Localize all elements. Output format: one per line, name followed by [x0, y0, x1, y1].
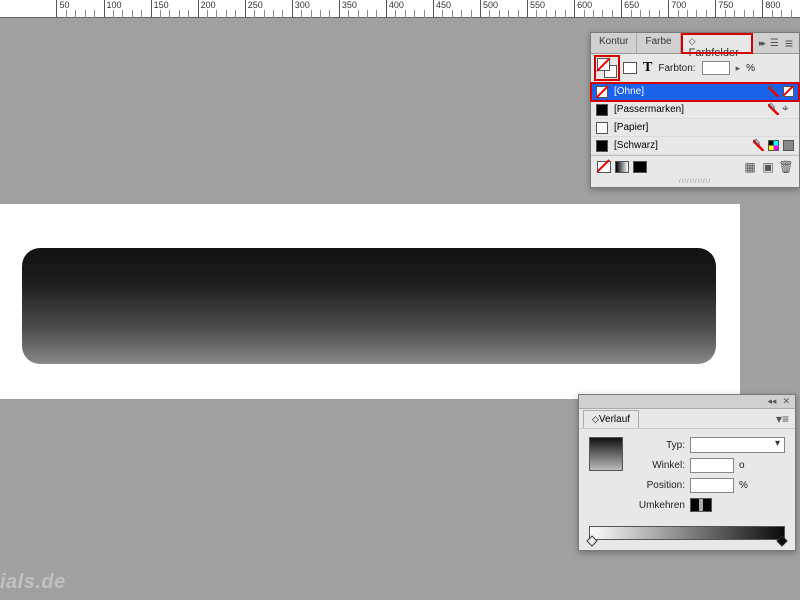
formatting-container-icon[interactable]: [623, 62, 637, 74]
position-label: Position:: [633, 480, 685, 491]
tab-stroke[interactable]: Kontur: [591, 33, 637, 53]
swatches-footer: ▦ ▣ 🗑: [591, 155, 799, 177]
registration-type-icon: [783, 104, 794, 115]
tint-label: Farbton:: [658, 63, 695, 74]
tab-color[interactable]: Farbe: [637, 33, 680, 53]
position-input[interactable]: [690, 478, 734, 493]
cmyk-type-icon: [768, 140, 779, 151]
show-gradient-swatches-icon[interactable]: [615, 161, 629, 173]
type-label: Typ:: [633, 440, 685, 451]
noneditable-icon: [768, 86, 779, 97]
noneditable-icon: [753, 140, 764, 151]
gradient-ramp[interactable]: [589, 526, 785, 540]
reverse-label: Umkehren: [633, 500, 685, 511]
swatch-row-black[interactable]: [Schwarz]: [591, 137, 799, 155]
panel-tab-bar: Kontur Farbe ◇ Farbfelder: [591, 33, 799, 54]
gradient-stop-right[interactable]: [776, 535, 787, 546]
tint-stepper-icon[interactable]: [736, 62, 741, 74]
document-canvas[interactable]: [0, 204, 740, 399]
formatting-text-icon[interactable]: T: [643, 60, 652, 76]
swatch-row-registration[interactable]: [Passermarken]: [591, 101, 799, 119]
panel-collapse-icon[interactable]: [759, 37, 764, 49]
tint-input[interactable]: [702, 61, 730, 75]
swatch-name: [Ohne]: [614, 86, 762, 97]
panel-minimize-icon[interactable]: ◂◂: [767, 396, 776, 407]
ruler-tick-major: 50: [56, 0, 69, 17]
watermark-text: ials.de: [0, 571, 66, 594]
show-all-swatches-icon[interactable]: [597, 161, 611, 173]
panel-dock-icon[interactable]: [770, 37, 779, 49]
panel-menu-icon[interactable]: [785, 35, 793, 51]
swatch-chip-none-icon: [596, 86, 608, 98]
gradient-panel: ◂◂ ✕ Verlauf ▾≡ Typ: Winkel: o Position:…: [578, 394, 796, 551]
panel-resize-grip[interactable]: [591, 177, 799, 187]
angle-label: Winkel:: [633, 460, 685, 471]
new-swatch-icon[interactable]: ▦: [743, 160, 757, 174]
panel-close-icon[interactable]: ✕: [782, 396, 790, 407]
gradient-stop-left[interactable]: [586, 535, 597, 546]
tab-gradient[interactable]: Verlauf: [583, 410, 639, 428]
gradient-preview[interactable]: [589, 437, 623, 471]
none-type-icon: [783, 86, 794, 97]
swatch-row-paper[interactable]: [Papier]: [591, 119, 799, 137]
swatch-chip-black-icon: [596, 140, 608, 152]
fill-stroke-proxy[interactable]: [597, 58, 617, 78]
position-unit: %: [739, 480, 748, 491]
angle-input[interactable]: [690, 458, 734, 473]
swatches-panel: Kontur Farbe ◇ Farbfelder T Farbton: % […: [590, 32, 800, 188]
delete-swatch-icon[interactable]: 🗑: [779, 160, 793, 174]
panel-titlebar[interactable]: ◂◂ ✕: [579, 395, 795, 409]
swatch-chip-registration-icon: [596, 104, 608, 116]
swatch-list: [Ohne] [Passermarken] [Papier] [Schwarz]: [591, 83, 799, 155]
reverse-gradient-button[interactable]: [690, 498, 712, 512]
angle-unit: o: [739, 460, 745, 471]
tab-swatches[interactable]: ◇ Farbfelder: [681, 33, 753, 54]
panel-menu-icon[interactable]: ▾≡: [770, 412, 795, 426]
swatch-name: [Passermarken]: [614, 104, 762, 115]
gradient-type-select[interactable]: [690, 437, 785, 453]
noneditable-icon: [768, 104, 779, 115]
rounded-rectangle-object[interactable]: [22, 248, 716, 364]
swatch-name: [Schwarz]: [614, 140, 747, 151]
process-type-icon: [783, 140, 794, 151]
swatch-row-none[interactable]: [Ohne]: [591, 83, 799, 101]
horizontal-ruler[interactable]: 5010015020025030035040045050055060065070…: [0, 0, 800, 18]
swatch-chip-paper-icon: [596, 122, 608, 134]
new-swatch-page-icon[interactable]: ▣: [761, 160, 775, 174]
tint-unit: %: [746, 63, 755, 74]
swatch-name: [Papier]: [614, 122, 794, 133]
show-color-swatches-icon[interactable]: [633, 161, 647, 173]
